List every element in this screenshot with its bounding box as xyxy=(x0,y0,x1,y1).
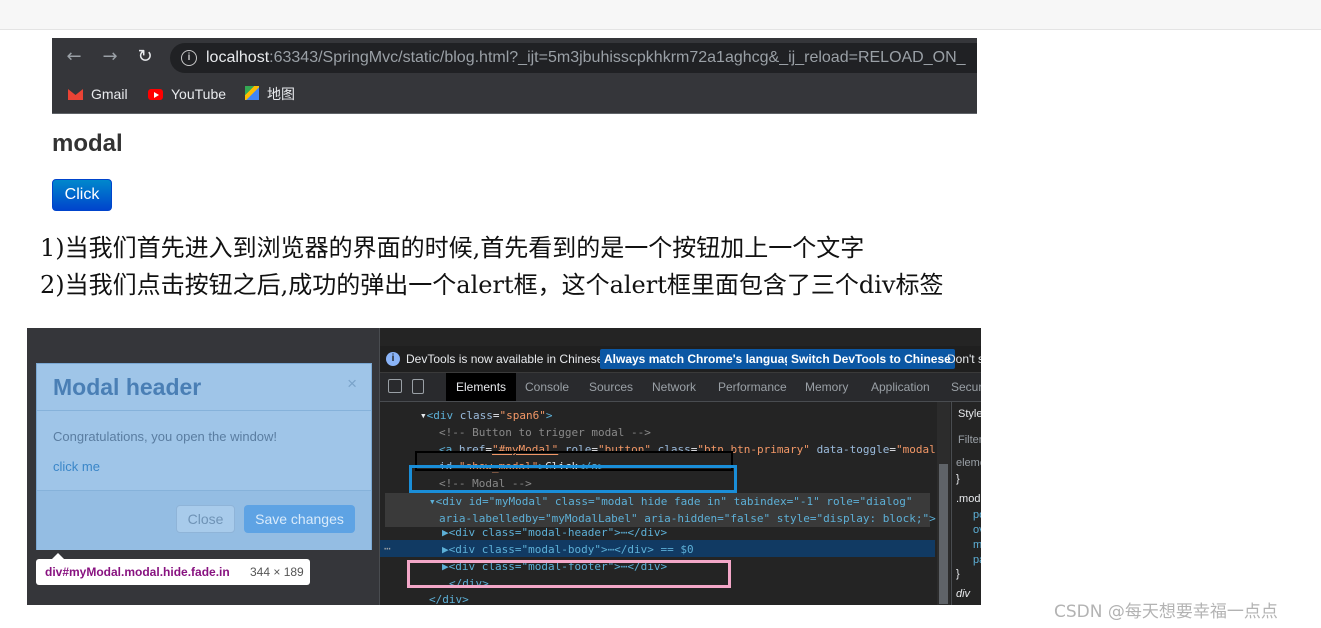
address-bar[interactable]: i localhost:63343/SpringMvc/static/blog.… xyxy=(170,43,977,73)
tree-row[interactable]: <!-- Button to trigger modal --> xyxy=(439,424,651,441)
close-icon[interactable]: × xyxy=(347,374,357,394)
styles-line: ma xyxy=(973,539,981,551)
devtools-panel: i DevTools is now available in Chinese! … xyxy=(379,328,981,605)
tab-memory[interactable]: Memory xyxy=(805,380,848,394)
save-changes-button[interactable]: Save changes xyxy=(244,505,355,533)
styles-line: eleme xyxy=(956,457,981,469)
tab-console[interactable]: Console xyxy=(525,380,569,394)
element-tooltip: div#myModal.modal.hide.fade.in 344 × 189 xyxy=(36,553,310,585)
scrollbar[interactable] xyxy=(937,402,950,605)
bookmark-youtube[interactable]: YouTube xyxy=(148,85,226,103)
info-icon: i xyxy=(386,352,400,366)
browser-screenshot: ← → ↻ i localhost:63343/SpringMvc/static… xyxy=(52,38,977,114)
devtools-tabbar: Elements Console Sources Network Perform… xyxy=(380,373,981,402)
devtools-screenshot: Modal header × Congratulations, you open… xyxy=(27,328,981,605)
annotation-box-footer xyxy=(407,560,731,588)
styles-line: .moda xyxy=(956,493,981,505)
close-button[interactable]: Close xyxy=(176,505,235,533)
forward-icon[interactable]: → xyxy=(100,47,120,67)
youtube-icon xyxy=(148,89,163,100)
tab-sources[interactable]: Sources xyxy=(589,380,633,394)
tab-network[interactable]: Network xyxy=(652,380,696,394)
info-icon[interactable]: i xyxy=(181,50,197,66)
bookmark-maps[interactable]: 地图 xyxy=(245,85,295,103)
tree-row[interactable]: </div> xyxy=(429,591,469,605)
match-language-button[interactable]: Always match Chrome's language xyxy=(600,349,803,369)
styles-line: po xyxy=(973,509,981,521)
browser-toolbar: ← → ↻ i localhost:63343/SpringMvc/static… xyxy=(52,38,977,76)
reload-icon[interactable]: ↻ xyxy=(135,47,155,67)
watermark: CSDN @每天想要幸福一点点 xyxy=(1054,602,1278,622)
note-line-2: 2)当我们点击按钮之后,成功的弹出一个alert框，这个alert框里面包含了三… xyxy=(40,271,944,299)
modal-header: Modal header xyxy=(53,374,202,400)
modal-footer: Close Save changes xyxy=(37,490,371,550)
styles-line: } xyxy=(956,568,960,580)
bookmarks-bar: Gmail YouTube 地图 xyxy=(52,76,977,114)
switch-chinese-button[interactable]: Switch DevTools to Chinese xyxy=(787,349,955,369)
styles-line: pa xyxy=(973,554,981,566)
page-heading: modal xyxy=(52,130,123,157)
styles-line: div xyxy=(956,588,971,600)
click-me-link[interactable]: click me xyxy=(53,459,100,474)
maps-icon xyxy=(245,86,259,100)
bookmark-gmail[interactable]: Gmail xyxy=(68,85,128,103)
styles-tab[interactable]: Style xyxy=(958,408,981,420)
scroll-thumb[interactable] xyxy=(939,464,948,604)
tree-row-mymodal[interactable]: ▾<div id="myModal" class="modal hide fad… xyxy=(429,493,912,510)
tab-security[interactable]: Securi xyxy=(951,380,981,394)
tree-row[interactable]: ▾<div class="span6"> xyxy=(420,407,552,424)
infobar-text: DevTools is now available in Chinese! xyxy=(406,352,607,366)
page-viewport: Modal header × Congratulations, you open… xyxy=(27,328,379,605)
note-line-1: 1)当我们首先进入到浏览器的界面的时候,首先看到的是一个按钮加上一个文字 xyxy=(40,234,865,262)
device-toggle-icon[interactable] xyxy=(412,379,424,394)
tree-row-modal-body[interactable]: ▶<div class="modal-body">⋯</div> == $0 xyxy=(442,541,694,558)
tree-row-modal-header[interactable]: ▶<div class="modal-header">⋯</div> xyxy=(442,524,667,541)
styles-pane: Style Filter eleme } .moda po ov ma pa }… xyxy=(951,402,981,605)
tooltip-dimensions: 344 × 189 xyxy=(250,565,304,579)
modal-dialog: Modal header × Congratulations, you open… xyxy=(36,363,372,550)
top-strip xyxy=(0,0,1321,30)
inspect-icon[interactable] xyxy=(388,379,402,393)
modal-body-text: Congratulations, you open the window! xyxy=(53,429,278,444)
tab-performance[interactable]: Performance xyxy=(718,380,787,394)
tooltip-selector: div#myModal.modal.hide.fade.in xyxy=(45,565,230,579)
divider xyxy=(37,410,371,411)
click-button[interactable]: Click xyxy=(52,179,112,211)
styles-line: ov xyxy=(973,524,981,536)
more-icon[interactable]: ⋯ xyxy=(384,540,391,557)
annotation-box-body xyxy=(409,465,737,493)
url-text: localhost:63343/SpringMvc/static/blog.ht… xyxy=(206,49,966,66)
language-infobar: i DevTools is now available in Chinese! … xyxy=(380,346,981,373)
dont-show-link[interactable]: Don't s xyxy=(947,352,981,366)
tab-application[interactable]: Application xyxy=(871,380,930,394)
styles-filter[interactable]: Filter xyxy=(958,434,981,446)
gmail-icon xyxy=(68,89,83,100)
tab-elements[interactable]: Elements xyxy=(446,373,517,401)
styles-line: } xyxy=(956,473,960,485)
back-icon[interactable]: ← xyxy=(64,47,84,67)
